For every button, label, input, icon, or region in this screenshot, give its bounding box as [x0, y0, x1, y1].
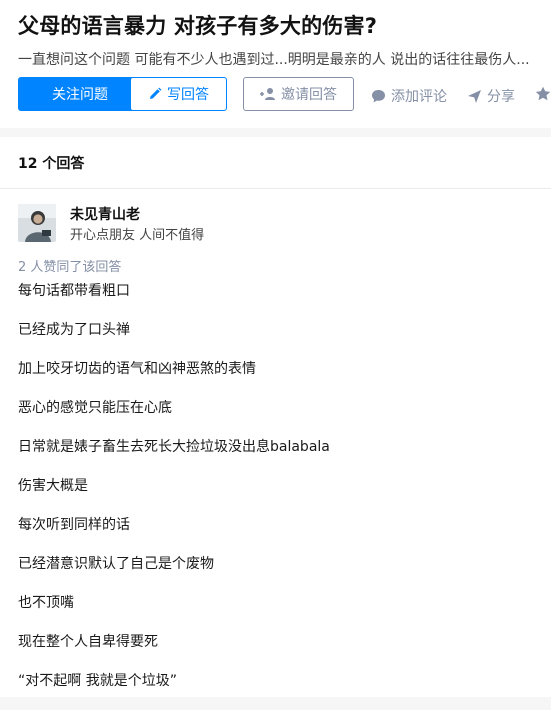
write-answer-button[interactable]: 写回答 [130, 77, 227, 111]
answer-line: 现在整个人自卑得要死 [18, 634, 158, 650]
author-name[interactable]: 未见青山老 [70, 204, 140, 224]
invite-person-icon [260, 87, 276, 101]
question-title: 父母的语言暴力 对孩子有多大的伤害? [18, 14, 378, 38]
answer-line: 恶心的感觉只能压在心底 [18, 400, 172, 416]
author-bio: 开心点朋友 人间不值得 [70, 228, 205, 243]
answer-line: 每次听到同样的话 [18, 517, 130, 533]
question-header: 父母的语言暴力 对孩子有多大的伤害? 一直想问这个问题 可能有不少人也遇到过..… [0, 0, 551, 128]
question-excerpt[interactable]: 一直想问这个问题 可能有不少人也遇到过...明明是最亲的人 说出的话往往最伤人.… [18, 49, 551, 69]
avatar[interactable] [18, 204, 56, 242]
vote-count-note: 2 人赞同了该回答 [18, 260, 122, 275]
answer-line: 已经成为了口头禅 [18, 322, 130, 338]
write-answer-label: 写回答 [167, 87, 209, 103]
share-button[interactable]: 分享 [467, 86, 515, 106]
comment-bubble-icon [371, 89, 386, 104]
favorite-button[interactable] [535, 86, 551, 102]
invite-answer-label: 邀请回答 [281, 87, 337, 103]
share-plane-icon [467, 89, 482, 104]
follow-question-button[interactable]: 关注问题 [18, 77, 142, 111]
add-comment-button[interactable]: 添加评论 [371, 86, 447, 106]
answer-line: 加上咬牙切齿的语气和凶神恶煞的表情 [18, 361, 256, 377]
answer-line: 已经潜意识默认了自己是个废物 [18, 556, 214, 572]
answers-panel: 12 个回答 未见青山老 开心点朋友 人间不值得 2 人赞同了该回答 每句话都带… [0, 137, 551, 697]
star-icon [535, 86, 551, 102]
add-comment-label: 添加评论 [391, 89, 447, 105]
answer-line: “对不起啊 我就是个垃圾” [18, 673, 177, 689]
follow-question-label: 关注问题 [52, 87, 108, 103]
divider [0, 188, 551, 189]
share-label: 分享 [487, 89, 515, 105]
answers-count: 12 个回答 [18, 156, 85, 172]
invite-answer-button[interactable]: 邀请回答 [243, 77, 354, 111]
pencil-icon [148, 87, 162, 101]
answer-content: 每句话都带看粗口 已经成为了口头禅 加上咬牙切齿的语气和凶神恶煞的表情 恶心的感… [18, 281, 538, 710]
answer-line: 每句话都带看粗口 [18, 283, 130, 299]
answer-line: 也不顶嘴 [18, 595, 74, 611]
answer-line: 日常就是婊子畜生去死长大捡垃圾没出息balabala [18, 439, 330, 455]
answer-line: 伤害大概是 [18, 478, 88, 494]
